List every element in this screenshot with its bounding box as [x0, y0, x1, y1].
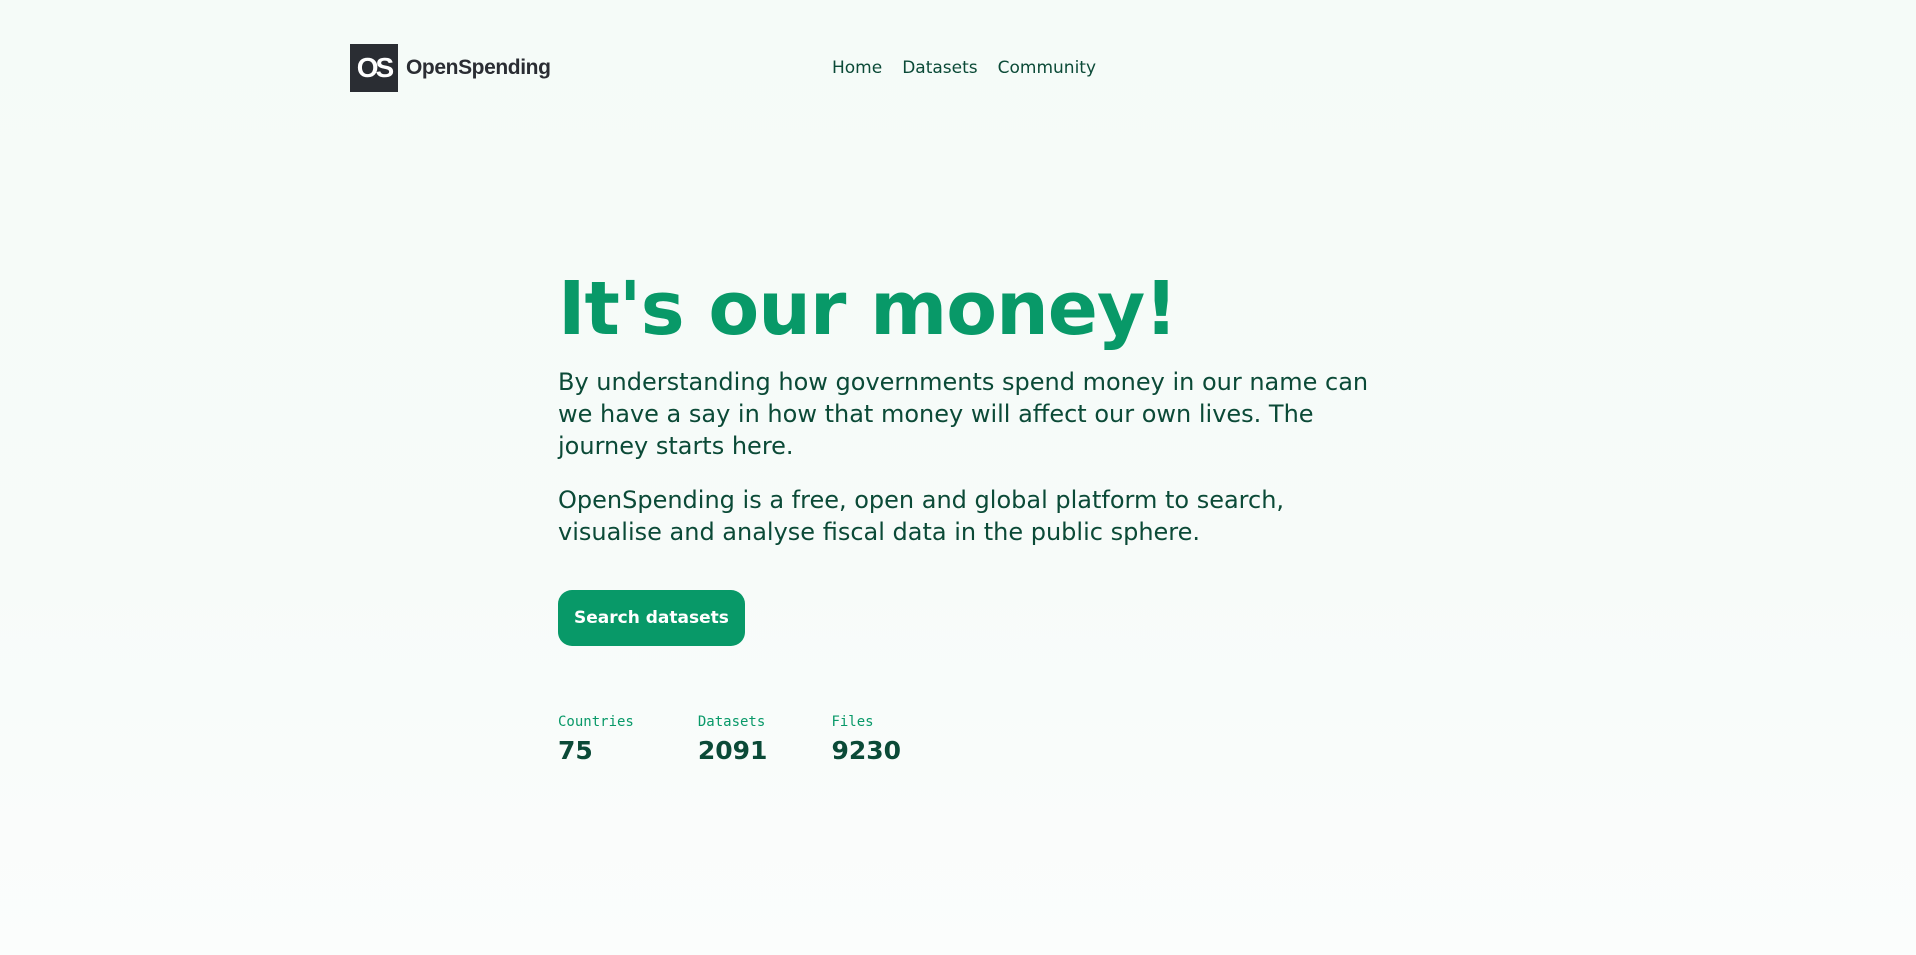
nav-home-link[interactable]: Home	[832, 58, 882, 78]
search-datasets-button[interactable]: Search datasets	[558, 590, 745, 646]
hero-section: It's our money! By understanding how gov…	[558, 264, 1378, 646]
site-header: OS OpenSpending Home Datasets Community	[350, 44, 1566, 92]
hero-intro-paragraph: By understanding how governments spend m…	[558, 368, 1369, 460]
brand-name: OpenSpending	[406, 56, 551, 79]
stat-files: Files 9230	[831, 712, 901, 765]
stat-value: 9230	[831, 736, 902, 765]
hero-title: It's our money!	[558, 266, 1178, 352]
stat-value: 75	[558, 736, 593, 765]
openspending-logo-icon: OS	[350, 44, 398, 92]
stat-value: 2091	[697, 736, 768, 765]
nav-datasets-link[interactable]: Datasets	[902, 58, 977, 78]
stat-label: Countries	[558, 714, 634, 730]
main-nav: Home Datasets Community	[832, 44, 1096, 92]
stat-countries: Countries 75	[558, 712, 634, 765]
stats-row: Countries 75 Datasets 2091 Files 9230	[558, 712, 901, 765]
logo-link[interactable]: OS OpenSpending	[350, 44, 551, 92]
nav-community-link[interactable]: Community	[998, 58, 1096, 78]
hero-description-paragraph: OpenSpending is a free, open and global …	[558, 486, 1285, 546]
stat-label: Files	[831, 714, 874, 730]
stat-label: Datasets	[697, 714, 766, 730]
stat-datasets: Datasets 2091	[698, 712, 768, 765]
